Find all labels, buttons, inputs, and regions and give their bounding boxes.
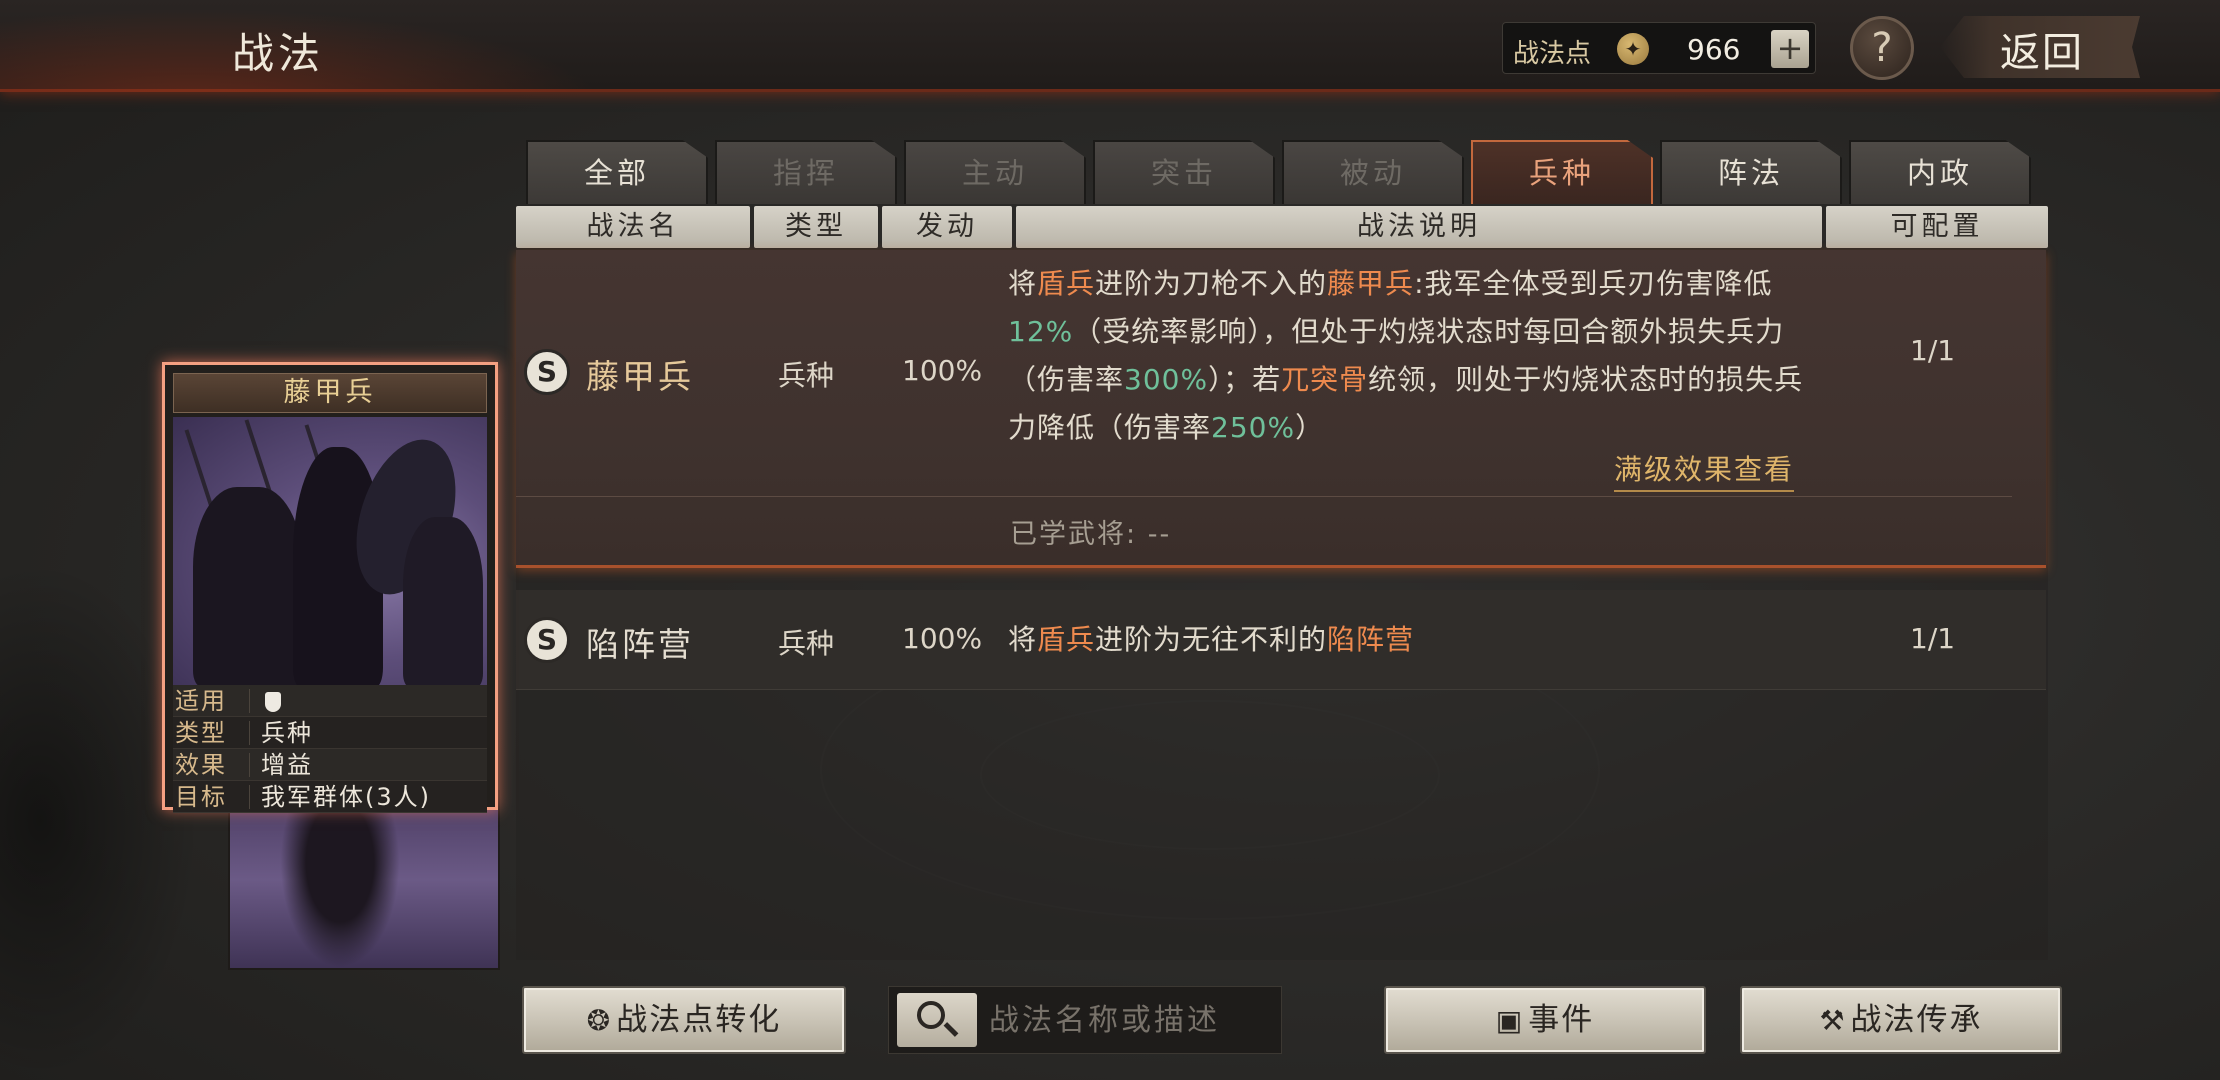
skill-inherit-label: 战法传承: [1850, 1002, 1983, 1038]
tab-internal-affairs[interactable]: 内政: [1849, 140, 2031, 204]
convert-points-button[interactable]: ❂ 战法点转化: [522, 986, 846, 1054]
search-bar: [888, 986, 1282, 1054]
max-level-effect-link[interactable]: 满级效果查看: [1614, 448, 1795, 492]
skill-type: 兵种: [778, 627, 835, 660]
tab-command[interactable]: 指挥: [715, 140, 897, 204]
card-info-row: 效果 增益: [173, 749, 487, 781]
card-info-row: 适用: [173, 685, 487, 717]
info-value: 兵种: [261, 719, 313, 747]
grade-badge: S: [524, 617, 570, 663]
convert-points-label: 战法点转化: [616, 1002, 782, 1038]
skill-points-value: 966: [1687, 33, 1741, 66]
search-button[interactable]: [897, 993, 977, 1047]
skill-name: 藤甲兵: [586, 357, 694, 396]
card-info-row: 类型 兵种: [173, 717, 487, 749]
skill-rate: 100%: [902, 354, 983, 387]
column-header-description: 战法说明: [1016, 206, 1822, 248]
skill-rate: 100%: [902, 622, 983, 655]
search-input[interactable]: [989, 995, 1275, 1045]
learned-generals-label: 已学武将:: [1010, 519, 1138, 550]
info-key: 效果: [175, 751, 227, 779]
skill-card: 藤甲兵 适用 类型 兵种 效果 增益 目标 我军群体(3人): [162, 362, 498, 813]
tab-assault[interactable]: 突击: [1093, 140, 1275, 204]
flame-coin-icon: ✦: [1617, 33, 1649, 65]
card-artwork: [173, 417, 487, 685]
learned-generals: 已学武将: --: [1010, 512, 1171, 551]
card-title: 藤甲兵: [173, 373, 487, 413]
events-button[interactable]: ▣ 事件: [1384, 986, 1706, 1054]
tab-troop-type[interactable]: 兵种: [1471, 140, 1653, 204]
row-divider: [516, 496, 2012, 497]
tab-passive[interactable]: 被动: [1282, 140, 1464, 204]
back-button-label[interactable]: 返回: [2000, 20, 2084, 78]
category-tabs: 全部 指挥 主动 突击 被动 兵种 阵法 内政: [526, 140, 2036, 206]
info-key: 类型: [175, 719, 227, 747]
info-value: 我军群体(3人): [261, 783, 431, 811]
skill-config-count: 1/1: [1910, 622, 1956, 655]
skill-description: 将盾兵进阶为刀枪不入的藤甲兵:我军全体受到兵刃伤害降低12%（受统率影响），但处…: [1008, 267, 1804, 444]
skill-inherit-button[interactable]: ⚒ 战法传承: [1740, 986, 2062, 1054]
info-value: 增益: [261, 751, 313, 779]
card-back-preview: [228, 790, 500, 970]
tab-all[interactable]: 全部: [526, 140, 708, 204]
hammer-icon: ⚒: [1819, 1004, 1847, 1037]
column-header-type: 类型: [754, 206, 878, 248]
search-icon: [917, 1001, 945, 1029]
grade-badge: S: [524, 349, 570, 395]
tab-active[interactable]: 主动: [904, 140, 1086, 204]
skill-points-label: 战法点: [1513, 39, 1592, 69]
info-key: 适用: [175, 687, 227, 715]
table-header: 战法名 类型 发动 战法说明 可配置: [516, 206, 2048, 248]
column-header-name: 战法名: [516, 206, 750, 248]
skill-description: 将盾兵进阶为无往不利的陷阵营: [1008, 623, 1415, 656]
card-info-table: 适用 类型 兵种 效果 增益 目标 我军群体(3人): [173, 685, 487, 813]
skill-config-count: 1/1: [1910, 334, 1956, 367]
add-points-button[interactable]: +: [1771, 30, 1809, 68]
events-label: 事件: [1528, 1002, 1595, 1038]
tab-formation[interactable]: 阵法: [1660, 140, 1842, 204]
column-header-rate: 发动: [882, 206, 1012, 248]
skill-points-display: 战法点 ✦ 966 +: [1502, 22, 1816, 74]
info-key: 目标: [175, 783, 227, 811]
learned-generals-value: --: [1147, 519, 1172, 550]
skill-name: 陷阵营: [586, 625, 694, 664]
flame-icon: ❂: [586, 1004, 613, 1037]
column-header-configurable: 可配置: [1826, 206, 2048, 248]
help-button[interactable]: ?: [1850, 16, 1914, 80]
shield-icon: [265, 692, 281, 712]
skill-type: 兵种: [778, 359, 835, 392]
card-info-row: 目标 我军群体(3人): [173, 781, 487, 813]
notice-icon: ▣: [1495, 1004, 1525, 1037]
page-title: 战法: [232, 29, 325, 78]
